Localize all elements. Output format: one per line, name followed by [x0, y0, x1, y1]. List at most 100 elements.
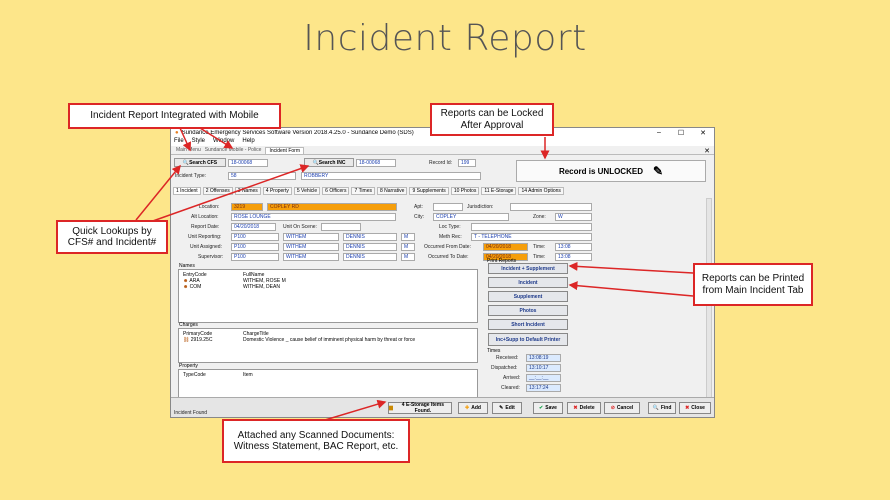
supervisor-mi: M: [401, 253, 415, 261]
zone-label: Zone:: [533, 214, 546, 220]
search-inc-button[interactable]: 🔍 Search INC: [304, 158, 354, 167]
e-storage-button[interactable]: ▆ 4 E-Storage Items Found.: [388, 402, 452, 414]
delete-icon: ✖: [573, 405, 578, 411]
incident-type-desc[interactable]: ROBBERY: [301, 172, 481, 180]
form-tabs: 1 Incident 2 Offenses 3 Names 4 Property…: [173, 187, 564, 195]
unit-reporting-field[interactable]: P100: [231, 233, 279, 241]
supervisor-field[interactable]: P100: [231, 253, 279, 261]
jurisdiction-label: Jurisdiction:: [467, 204, 494, 210]
loc-type-field[interactable]: [471, 223, 592, 231]
print-supplement-button[interactable]: Supplement: [488, 291, 568, 302]
save-button[interactable]: ✔ Save: [533, 402, 563, 414]
print-short-incident-button[interactable]: Short Incident: [488, 319, 568, 330]
occurred-from-time[interactable]: 13:08: [555, 243, 592, 251]
tab-admin-options[interactable]: 14 Admin Options: [518, 187, 564, 195]
meth-rec-label: Meth Rec:: [439, 234, 462, 240]
received-label: Received:: [496, 355, 519, 361]
time-label: Time:: [533, 244, 546, 250]
callout-printed: Reports can be Printed from Main Inciden…: [693, 263, 813, 306]
tab-narrative[interactable]: 8 Narrative: [377, 187, 408, 195]
occurred-from-field[interactable]: 04/20/2018: [483, 243, 528, 251]
received-time: 13:08:19: [526, 354, 561, 362]
record-id-label: Record Id:: [429, 160, 453, 166]
print-default-printer-button[interactable]: Inc+Supp to Default Printer: [488, 333, 568, 346]
tab-supplements[interactable]: 9 Supplements: [409, 187, 449, 195]
tab-property[interactable]: 4 Property: [262, 187, 292, 195]
close-window-button[interactable]: ✕: [692, 129, 714, 137]
search-cfs-button[interactable]: 🔍 Search CFS: [174, 158, 226, 167]
unit-assigned-last: WITHEM: [283, 243, 339, 251]
nav-tab-mobile[interactable]: Sundance Mobile - Police: [205, 147, 262, 153]
supervisor-last: WITHEM: [283, 253, 339, 261]
tab-photos[interactable]: 10 Photos: [450, 187, 480, 195]
table-row[interactable]: ☻ COM WITHEM, DEAN: [179, 284, 477, 290]
alt-location-label: Alt Location:: [191, 214, 219, 220]
tab-e-storage[interactable]: 11 E-Storage: [481, 187, 517, 195]
check-icon: ✔: [539, 405, 544, 411]
nav-tab-incident-form[interactable]: Incident Form: [265, 146, 305, 154]
print-photos-button[interactable]: Photos: [488, 305, 568, 316]
callout-integrated: Incident Report Integrated with Mobile: [68, 103, 281, 129]
lock-edit-icon[interactable]: ✎: [653, 164, 663, 178]
unit-reporting-first: DENNIS: [343, 233, 397, 241]
incident-type-code[interactable]: 58: [228, 172, 296, 180]
record-id-field: 199: [458, 159, 476, 167]
supervisor-first: DENNIS: [343, 253, 397, 261]
handcuffs-icon: ⛓: [183, 337, 190, 343]
record-status-box: Record is UNLOCKED ✎: [516, 160, 706, 182]
minimize-button[interactable]: –: [648, 129, 670, 137]
apt-field[interactable]: [433, 203, 463, 211]
close-button[interactable]: ✖ Close: [679, 402, 711, 414]
print-incident-button[interactable]: Incident: [488, 277, 568, 288]
cfs-field[interactable]: 18-00068: [228, 159, 268, 167]
arrived-label: Arrived:: [503, 375, 521, 381]
city-field[interactable]: COPLEY: [433, 213, 509, 221]
alt-location-field[interactable]: ROSE LOUNGE: [231, 213, 396, 221]
delete-button[interactable]: ✖ Delete: [567, 402, 601, 414]
charges-table: PrimaryCode ChargeTitle ⛓ 2919.25C Domesti…: [178, 328, 478, 363]
find-button[interactable]: 🔍 Find: [648, 402, 676, 414]
maximize-button[interactable]: ☐: [670, 129, 692, 137]
app-window: ● Sundance Emergency Services Software V…: [170, 127, 715, 418]
cancel-icon: ⊘: [610, 405, 615, 411]
tab-vehicle[interactable]: 5 Vehicle: [293, 187, 321, 195]
tab-offenses[interactable]: 2 Offenses: [202, 187, 233, 195]
tab-officers[interactable]: 6 Officers: [322, 187, 350, 195]
times-header: Times: [487, 348, 501, 354]
cleared-time: 13:17:24: [526, 384, 561, 392]
zone-field[interactable]: W: [555, 213, 592, 221]
close-form-icon[interactable]: ✕: [704, 147, 710, 155]
cleared-label: Cleared:: [501, 385, 520, 391]
table-row[interactable]: ⛓ 2919.25C Domestic Violence _ cause beli…: [179, 337, 477, 343]
cancel-button[interactable]: ⊘ Cancel: [604, 402, 640, 414]
jurisdiction-field[interactable]: [510, 203, 592, 211]
location-number-field[interactable]: 3219: [231, 203, 263, 211]
unit-assigned-first: DENNIS: [343, 243, 397, 251]
print-incident-supplement-button[interactable]: Incident + Supplement: [488, 263, 568, 274]
status-text: Incident Found: [174, 410, 208, 416]
add-button[interactable]: ✚ Add: [458, 402, 488, 414]
inc-field[interactable]: 18-00068: [356, 159, 396, 167]
menu-style[interactable]: Style: [192, 138, 205, 146]
unit-on-scene-field[interactable]: [321, 223, 361, 231]
location-street-field[interactable]: COPLEY RD: [267, 203, 397, 211]
loc-type-label: Loc Type:: [439, 224, 461, 230]
time-label: Time:: [533, 254, 546, 260]
menu-window[interactable]: Window: [213, 138, 234, 146]
close-icon: ✖: [685, 405, 690, 411]
tab-incident[interactable]: 1 Incident: [173, 187, 201, 195]
tab-names[interactable]: 3 Names: [234, 187, 261, 195]
edit-button[interactable]: ✎ Edit: [492, 402, 522, 414]
occurred-from-label: Occurred From Date:: [424, 244, 471, 250]
menu-help[interactable]: Help: [242, 138, 254, 146]
window-title: Sundance Emergency Services Software Ver…: [181, 130, 414, 136]
report-date-field[interactable]: 04/20/2018: [231, 223, 276, 231]
occurred-to-time[interactable]: 13:08: [555, 253, 592, 261]
callout-lookups: Quick Lookups by CFS# and Incident#: [56, 220, 168, 254]
menu-file[interactable]: File: [174, 138, 184, 146]
meth-rec-field[interactable]: T - TELEPHONE: [471, 233, 592, 241]
tab-times[interactable]: 7 Times: [351, 187, 375, 195]
nav-tab-main-menu[interactable]: Main Menu: [176, 147, 201, 153]
report-date-label: Report Date:: [191, 224, 220, 230]
unit-assigned-field[interactable]: P100: [231, 243, 279, 251]
